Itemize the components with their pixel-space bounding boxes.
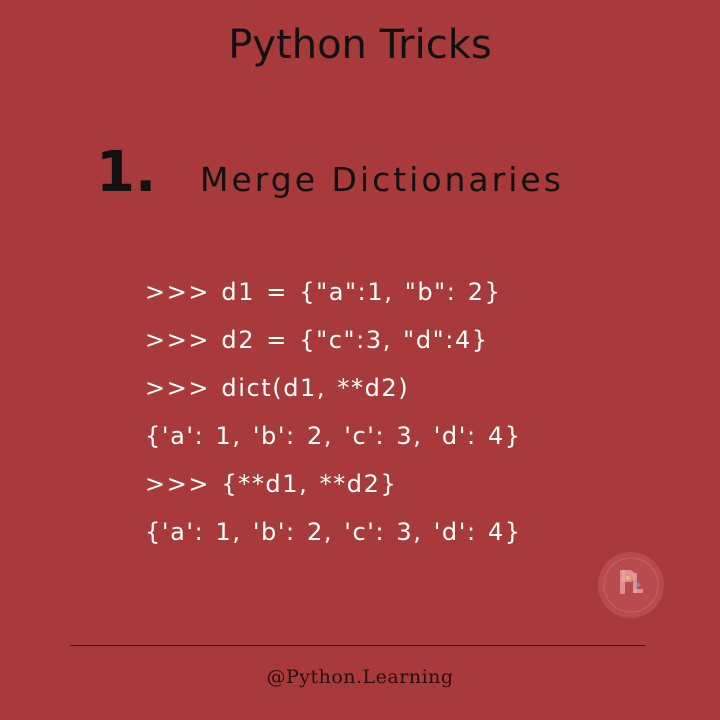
python-learning-logo-icon [597,551,665,619]
code-line: >>> dict(d1, **d2) [145,374,410,402]
account-handle: @Python.Learning [266,666,454,688]
code-block: >>> d1 = {"a":1, "b": 2} >>> d2 = {"c":3… [145,268,522,556]
page-title: Python Tricks [228,22,492,68]
code-line: >>> d2 = {"c":3, "d":4} [145,326,489,354]
code-line: {'a': 1, 'b': 2, 'c': 3, 'd': 4} [145,422,522,450]
code-line: >>> {**d1, **d2} [145,470,398,498]
code-line: {'a': 1, 'b': 2, 'c': 3, 'd': 4} [145,518,522,546]
trick-heading: 1. Merge Dictionaries [96,140,564,205]
footer-divider [70,645,645,646]
trick-title: Merge Dictionaries [200,160,564,199]
trick-number: 1. [96,140,157,205]
code-line: >>> d1 = {"a":1, "b": 2} [145,278,502,306]
